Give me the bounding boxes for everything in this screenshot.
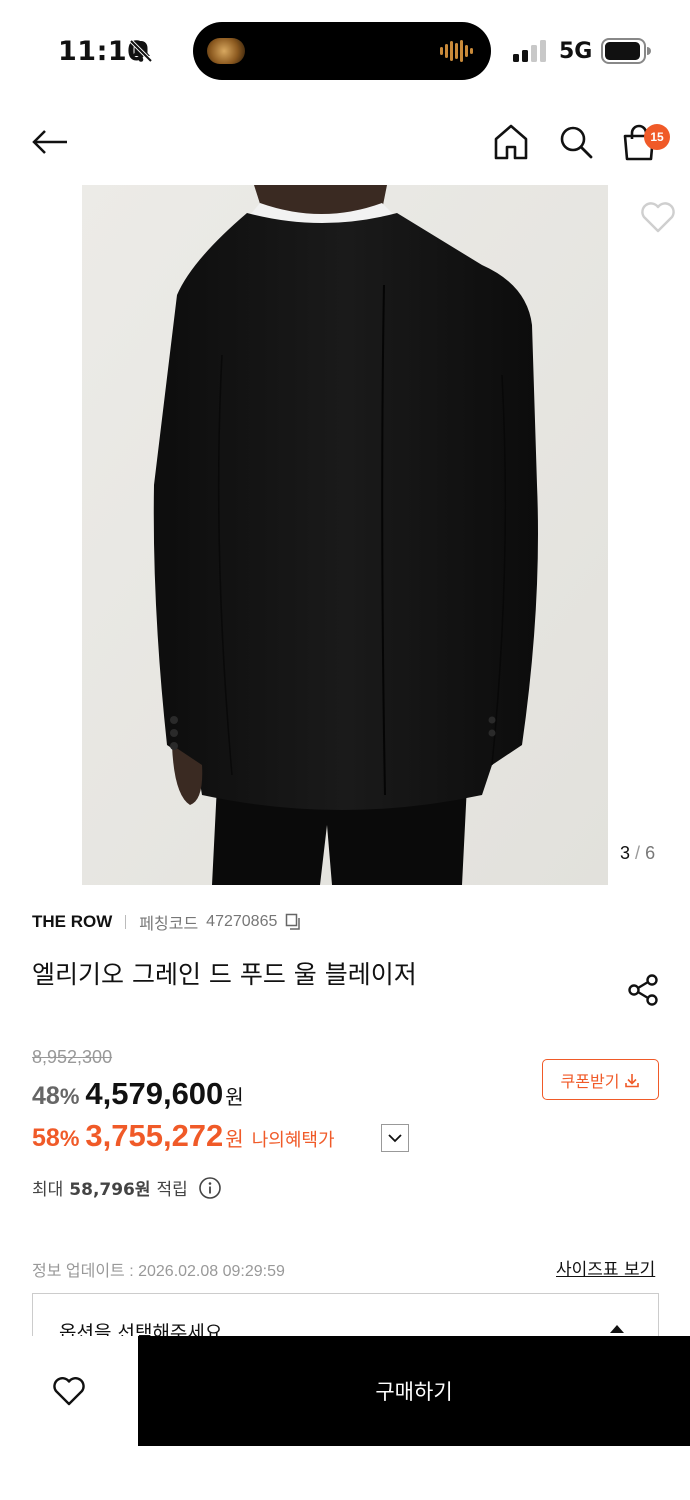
copy-icon[interactable] <box>285 913 303 931</box>
benefit-price: 3,755,272 <box>85 1118 224 1153</box>
brand-name[interactable]: THE ROW <box>32 912 112 932</box>
top-navigation <box>0 110 690 174</box>
now-playing-thumbnail <box>207 38 245 64</box>
benefit-percent-sign: % <box>59 1126 80 1151</box>
product-code: 47270865 <box>206 913 278 930</box>
image-counter-current: 3 <box>620 843 631 863</box>
bell-muted-icon <box>129 39 153 63</box>
brand-row: THE ROW 페칭코드 47270865 <box>32 910 303 934</box>
caret-up-icon <box>610 1325 624 1333</box>
coupon-download-button[interactable]: 쿠폰받기 <box>542 1059 659 1100</box>
status-bar: 11:10 5G <box>0 0 690 100</box>
benefit-price-row: 58 % 3,755,272 원 나의혜택가 <box>32 1118 335 1158</box>
info-icon[interactable] <box>198 1176 222 1200</box>
back-arrow-icon[interactable] <box>30 122 70 162</box>
sale-price-currency: 원 <box>225 1087 244 1109</box>
audio-waveform-icon <box>440 40 473 62</box>
discount-percent-sign: % <box>59 1084 80 1109</box>
product-title: 엘리기오 그레인 드 푸드 울 블레이저 <box>32 960 417 989</box>
network-label: 5G <box>559 39 593 64</box>
product-code-label: 페칭코드 <box>139 916 199 933</box>
download-icon <box>625 1073 640 1087</box>
sale-price-row: 48 % 4,579,600 원 <box>32 1076 244 1116</box>
benefit-label: 나의혜택가 <box>251 1130 335 1151</box>
benefit-rate: 58 <box>32 1124 60 1152</box>
signal-icon <box>513 40 546 62</box>
wishlist-heart-icon[interactable] <box>640 200 676 234</box>
points-value: 58,796원 <box>69 1180 151 1200</box>
dynamic-island <box>193 22 491 80</box>
coupon-button-label: 쿠폰받기 <box>560 1071 620 1091</box>
image-counter-separator: / <box>635 843 641 863</box>
battery-icon <box>601 38 651 64</box>
points-suffix: 적립 <box>156 1180 188 1200</box>
buy-button[interactable]: 구매하기 <box>138 1336 690 1446</box>
image-counter: 3 / 6 <box>620 843 655 864</box>
home-icon[interactable] <box>493 122 529 162</box>
heart-icon <box>53 1377 85 1406</box>
reward-points-row: 최대 58,796원 적립 <box>32 1175 222 1200</box>
share-icon[interactable] <box>626 973 660 1007</box>
points-prefix: 최대 <box>32 1180 64 1200</box>
benefit-expand-button[interactable] <box>381 1124 409 1152</box>
cart-count-badge: 15 <box>644 124 670 150</box>
brand-divider <box>125 915 127 929</box>
image-counter-total: 6 <box>645 843 656 863</box>
benefit-price-currency: 원 <box>225 1129 244 1151</box>
discount-rate: 48 <box>32 1082 60 1110</box>
update-info: 정보 업데이트 : 2026.02.08 09:29:59 <box>32 1263 285 1280</box>
blazer-back-illustration <box>82 185 608 885</box>
bottom-wishlist-button[interactable] <box>0 1336 138 1446</box>
sale-price: 4,579,600 <box>85 1076 224 1111</box>
product-image[interactable] <box>82 185 608 885</box>
size-chart-link[interactable]: 사이즈표 보기 <box>556 1255 655 1280</box>
search-icon[interactable] <box>557 122 595 162</box>
original-price: 8,952,300 <box>32 1047 113 1067</box>
chevron-down-icon <box>388 1134 402 1143</box>
